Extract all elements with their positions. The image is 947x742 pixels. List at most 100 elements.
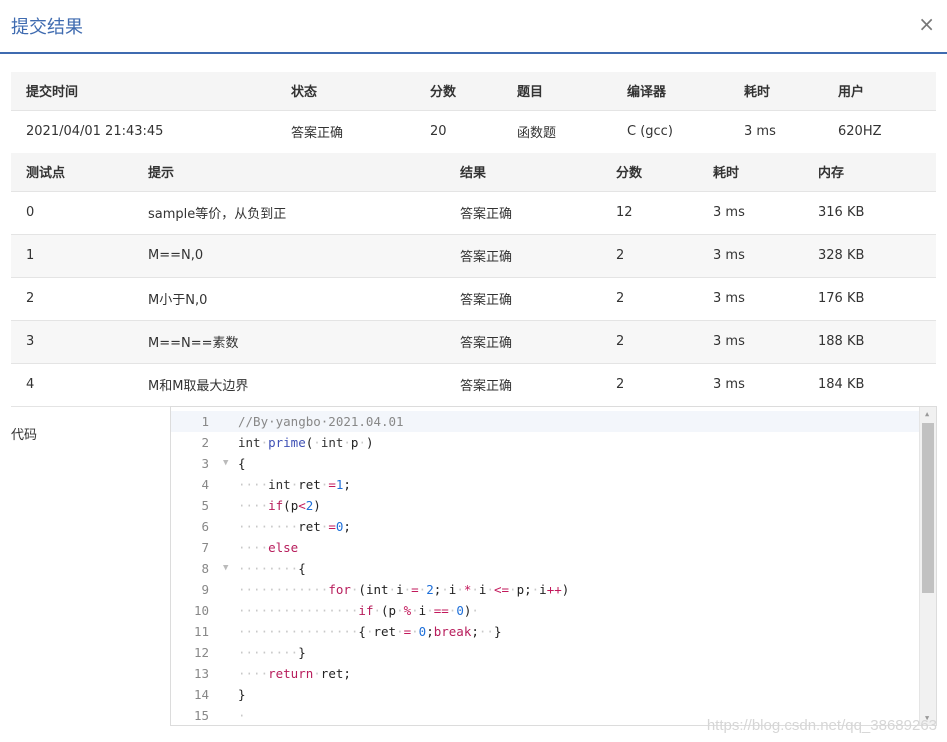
code-text: ····if(p<2) — [238, 495, 321, 516]
line-number: 11 — [193, 624, 209, 639]
code-token: ········ — [238, 645, 299, 660]
col-compiler: 编译器 — [612, 72, 729, 111]
code-token: ret — [298, 477, 321, 492]
line-number: 14 — [193, 687, 209, 702]
case-id: 4 — [11, 363, 133, 407]
code-token: ···· — [238, 666, 269, 681]
case-score: 2 — [601, 363, 698, 407]
code-token: % — [403, 603, 412, 618]
col-user: 用户 — [823, 72, 936, 111]
code-line[interactable]: 10 ················if·(p·%·i·==·0)· — [171, 600, 919, 621]
scroll-thumb[interactable] — [922, 423, 934, 593]
case-hint: M==N,0 — [133, 234, 445, 278]
score: 20 — [415, 110, 502, 154]
status-badge: 答案正确 — [276, 110, 415, 154]
vertical-scrollbar[interactable]: ▲ ▼ — [919, 407, 936, 725]
code-token: · — [396, 603, 404, 618]
code-token: for — [328, 582, 351, 597]
code-editor[interactable]: 1 //By·yangbo·2021.04.01 2 int·prime(·int·p… — [170, 406, 937, 726]
code-token: //By·yangbo·2021.04.01 — [238, 414, 404, 429]
col-case-time: 耗时 — [698, 153, 803, 192]
code-line[interactable]: 11 ················{·ret·=·0;break;··} — [171, 621, 919, 642]
code-token: if — [268, 498, 284, 513]
case-memory: 176 KB — [803, 277, 936, 321]
code-token: prime — [268, 435, 306, 450]
case-score: 2 — [601, 277, 698, 321]
code-text: { — [238, 453, 246, 474]
code-token: ·· — [478, 624, 494, 639]
code-token: ···· — [238, 540, 269, 555]
dialog-title: 提交结果 — [11, 17, 83, 38]
code-token: · — [260, 435, 269, 450]
case-id: 0 — [11, 191, 133, 235]
code-token: ; — [343, 477, 351, 492]
col-submit-time: 提交时间 — [11, 72, 276, 111]
code-line[interactable]: 9 ············for·(int·i·=·2;·i·*·i·<=·p;… — [171, 579, 919, 600]
code-token: int — [268, 477, 291, 492]
code-text: ············for·(int·i·=·2;·i·*·i·<=·p;·… — [238, 579, 569, 600]
code-text: ················if·(p·%·i·==·0)· — [238, 600, 479, 621]
submission-summary-table: 提交时间 状态 分数 题目 编译器 耗时 用户 2021/04/01 21:43… — [11, 72, 936, 154]
line-number: 10 — [193, 603, 209, 618]
code-line[interactable]: 3 ▼ { — [171, 453, 919, 474]
code-line[interactable]: 12 ········} — [171, 642, 919, 663]
close-icon[interactable]: × — [918, 12, 935, 36]
code-line[interactable]: 14} — [171, 684, 919, 705]
case-result: 答案正确 — [445, 320, 601, 364]
code-token: · — [411, 603, 419, 618]
code-token: } — [298, 645, 306, 660]
fold-arrow-icon[interactable]: ▼ — [223, 453, 228, 474]
code-token: = — [411, 582, 419, 597]
case-result: 答案正确 — [445, 277, 601, 321]
scroll-up-arrow-icon[interactable]: ▲ — [925, 410, 929, 418]
code-text: ····return·ret; — [238, 663, 351, 684]
line-number: 6 — [201, 519, 209, 534]
case-result: 答案正确 — [445, 363, 601, 407]
code-line[interactable]: 1 //By·yangbo·2021.04.01 — [171, 411, 919, 432]
code-text: int·prime(·int·p·) — [238, 432, 374, 453]
code-token: < — [298, 498, 306, 513]
elapsed-time: 3 ms — [729, 110, 823, 154]
line-number: 13 — [193, 666, 209, 681]
case-score: 2 — [601, 234, 698, 278]
col-result: 结果 — [445, 153, 601, 192]
code-token: ···· — [238, 477, 269, 492]
code-token: · — [426, 603, 434, 618]
line-number: 15 — [193, 708, 209, 723]
code-text: } — [238, 684, 246, 705]
code-token: 0 — [456, 603, 464, 618]
line-number: 2 — [201, 435, 209, 450]
line-number: 3 — [201, 456, 209, 471]
code-token: int — [238, 435, 261, 450]
code-token: · — [441, 582, 449, 597]
code-token: int — [320, 435, 344, 450]
problem-type: 函数题 — [502, 110, 612, 154]
code-token: <= — [493, 582, 510, 597]
submit-time: 2021/04/01 21:43:45 — [11, 110, 276, 154]
code-line[interactable]: 6 ········ret·=0; — [171, 516, 919, 537]
code-token: ++ — [546, 582, 562, 597]
code-token: ret; — [320, 666, 351, 681]
code-line[interactable]: 13 ····return·ret; — [171, 663, 919, 684]
fold-arrow-icon[interactable]: ▼ — [223, 558, 228, 579]
code-token: · — [486, 582, 494, 597]
code-token: · — [471, 582, 479, 597]
code-line[interactable]: 5 ····if(p<2) — [171, 495, 919, 516]
table-row: 0 sample等价，从负到正 答案正确 12 3 ms 316 KB — [11, 191, 936, 235]
code-token: ) — [365, 435, 374, 450]
code-line[interactable]: 8 ▼ ········{ — [171, 558, 919, 579]
code-line[interactable]: 7 ····else — [171, 537, 919, 558]
code-text: · — [238, 705, 246, 725]
code-token: } — [493, 624, 502, 639]
code-line[interactable]: 2 int·prime(·int·p·) — [171, 432, 919, 453]
code-token: else — [268, 540, 299, 555]
summary-header-row: 提交时间 状态 分数 题目 编译器 耗时 用户 — [11, 72, 936, 111]
code-token: · — [388, 582, 397, 597]
code-token: = — [328, 477, 336, 492]
line-number: 7 — [201, 540, 209, 555]
case-hint: M小于N,0 — [133, 277, 445, 321]
code-token: · — [411, 624, 419, 639]
code-token: ················ — [238, 624, 359, 639]
code-line[interactable]: 4 ····int·ret·=1; — [171, 474, 919, 495]
line-number: 12 — [193, 645, 209, 660]
